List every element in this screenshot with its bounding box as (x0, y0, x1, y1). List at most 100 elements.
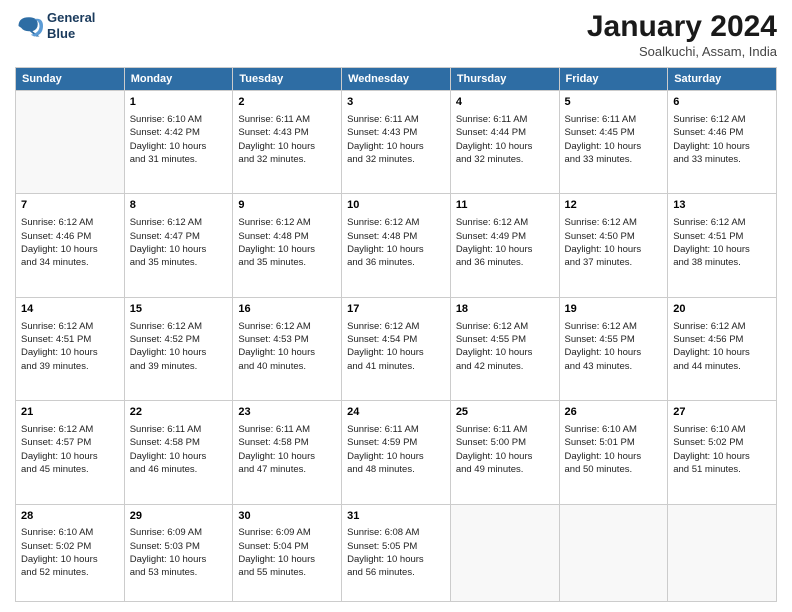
day-info: Sunrise: 6:10 AMSunset: 5:01 PMDaylight:… (565, 423, 663, 476)
day-number: 19 (565, 302, 663, 318)
col-tuesday: Tuesday (233, 68, 342, 91)
calendar-header-row: Sunday Monday Tuesday Wednesday Thursday… (16, 68, 777, 91)
day-info: Sunrise: 6:09 AMSunset: 5:04 PMDaylight:… (238, 526, 336, 579)
day-number: 5 (565, 95, 663, 111)
calendar-cell: 17 Sunrise: 6:12 AMSunset: 4:54 PMDayligh… (342, 297, 451, 400)
day-info: Sunrise: 6:10 AMSunset: 4:42 PMDaylight:… (130, 113, 228, 166)
calendar-cell: 7 Sunrise: 6:12 AMSunset: 4:46 PMDaylight… (16, 194, 125, 297)
calendar-cell: 8 Sunrise: 6:12 AMSunset: 4:47 PMDaylight… (124, 194, 233, 297)
col-thursday: Thursday (450, 68, 559, 91)
calendar-cell (450, 504, 559, 602)
title-block: January 2024 Soalkuchi, Assam, India (587, 10, 777, 59)
calendar-cell: 28Sunrise: 6:10 AMSunset: 5:02 PMDayligh… (16, 504, 125, 602)
day-info: Sunrise: 6:10 AMSunset: 5:02 PMDaylight:… (21, 526, 119, 579)
calendar-cell: 9Sunrise: 6:12 AMSunset: 4:48 PMDaylight… (233, 194, 342, 297)
day-info: Sunrise: 6:11 AMSunset: 4:43 PMDaylight:… (238, 113, 336, 166)
day-info: Sunrise: 6:11 AMSunset: 4:43 PMDaylight:… (347, 113, 445, 166)
week-row-4: 21 Sunrise: 6:12 AMSunset: 4:57 PMDayligh… (16, 401, 777, 504)
calendar-cell: 13Sunrise: 6:12 AMSunset: 4:51 PMDayligh… (668, 194, 777, 297)
logo-text: General Blue (47, 10, 95, 41)
day-number: 9 (238, 198, 336, 214)
calendar-cell: 12 Sunrise: 6:12 AMSunset: 4:50 PMDayligh… (559, 194, 668, 297)
day-info: Sunrise: 6:11 AMSunset: 4:45 PMDaylight:… (565, 113, 663, 166)
calendar-cell (16, 91, 125, 194)
day-number: 7 (21, 198, 119, 214)
week-row-2: 7 Sunrise: 6:12 AMSunset: 4:46 PMDaylight… (16, 194, 777, 297)
calendar-cell: 10 Sunrise: 6:12 AMSunset: 4:48 PMDayligh… (342, 194, 451, 297)
day-number: 31 (347, 509, 445, 525)
day-info: Sunrise: 6:12 AMSunset: 4:57 PMDaylight:… (21, 423, 119, 476)
day-info: Sunrise: 6:12 AMSunset: 4:54 PMDaylight:… (347, 320, 445, 373)
calendar-cell: 29Sunrise: 6:09 AMSunset: 5:03 PMDayligh… (124, 504, 233, 602)
day-info: Sunrise: 6:11 AMSunset: 5:00 PMDaylight:… (456, 423, 554, 476)
col-friday: Friday (559, 68, 668, 91)
day-info: Sunrise: 6:12 AMSunset: 4:56 PMDaylight:… (673, 320, 771, 373)
week-row-1: 1Sunrise: 6:10 AMSunset: 4:42 PMDaylight… (16, 91, 777, 194)
day-info: Sunrise: 6:09 AMSunset: 5:03 PMDaylight:… (130, 526, 228, 579)
logo-line2: Blue (47, 26, 95, 42)
day-number: 12 (565, 198, 663, 214)
calendar-cell: 31Sunrise: 6:08 AMSunset: 5:05 PMDayligh… (342, 504, 451, 602)
week-row-3: 14Sunrise: 6:12 AMSunset: 4:51 PMDayligh… (16, 297, 777, 400)
col-saturday: Saturday (668, 68, 777, 91)
day-info: Sunrise: 6:11 AMSunset: 4:58 PMDaylight:… (238, 423, 336, 476)
day-number: 10 (347, 198, 445, 214)
day-info: Sunrise: 6:11 AMSunset: 4:59 PMDaylight:… (347, 423, 445, 476)
calendar-cell: 21 Sunrise: 6:12 AMSunset: 4:57 PMDayligh… (16, 401, 125, 504)
week-row-5: 28Sunrise: 6:10 AMSunset: 5:02 PMDayligh… (16, 504, 777, 602)
day-number: 21 (21, 405, 119, 421)
logo-line1: General (47, 10, 95, 26)
day-info: Sunrise: 6:12 AMSunset: 4:50 PMDaylight:… (565, 216, 663, 269)
day-number: 25 (456, 405, 554, 421)
day-info: Sunrise: 6:12 AMSunset: 4:52 PMDaylight:… (130, 320, 228, 373)
calendar-cell: 30Sunrise: 6:09 AMSunset: 5:04 PMDayligh… (233, 504, 342, 602)
calendar-cell: 5 Sunrise: 6:11 AMSunset: 4:45 PMDaylight… (559, 91, 668, 194)
day-number: 22 (130, 405, 228, 421)
header: General Blue January 2024 Soalkuchi, Ass… (15, 10, 777, 59)
col-monday: Monday (124, 68, 233, 91)
day-number: 2 (238, 95, 336, 111)
day-info: Sunrise: 6:10 AMSunset: 5:02 PMDaylight:… (673, 423, 771, 476)
day-number: 17 (347, 302, 445, 318)
calendar-table: Sunday Monday Tuesday Wednesday Thursday… (15, 67, 777, 602)
calendar-cell: 15Sunrise: 6:12 AMSunset: 4:52 PMDayligh… (124, 297, 233, 400)
col-sunday: Sunday (16, 68, 125, 91)
day-info: Sunrise: 6:12 AMSunset: 4:46 PMDaylight:… (21, 216, 119, 269)
day-number: 14 (21, 302, 119, 318)
day-number: 20 (673, 302, 771, 318)
calendar-cell: 27 Sunrise: 6:10 AMSunset: 5:02 PMDayligh… (668, 401, 777, 504)
calendar-cell (668, 504, 777, 602)
day-number: 30 (238, 509, 336, 525)
day-info: Sunrise: 6:12 AMSunset: 4:55 PMDaylight:… (565, 320, 663, 373)
calendar-cell (559, 504, 668, 602)
day-info: Sunrise: 6:12 AMSunset: 4:49 PMDaylight:… (456, 216, 554, 269)
calendar-cell: 25 Sunrise: 6:11 AMSunset: 5:00 PMDayligh… (450, 401, 559, 504)
day-info: Sunrise: 6:08 AMSunset: 5:05 PMDaylight:… (347, 526, 445, 579)
day-info: Sunrise: 6:12 AMSunset: 4:48 PMDaylight:… (347, 216, 445, 269)
calendar-cell: 3Sunrise: 6:11 AMSunset: 4:43 PMDaylight… (342, 91, 451, 194)
day-info: Sunrise: 6:11 AMSunset: 4:58 PMDaylight:… (130, 423, 228, 476)
page: General Blue January 2024 Soalkuchi, Ass… (0, 0, 792, 612)
day-info: Sunrise: 6:12 AMSunset: 4:55 PMDaylight:… (456, 320, 554, 373)
day-number: 24 (347, 405, 445, 421)
day-info: Sunrise: 6:11 AMSunset: 4:44 PMDaylight:… (456, 113, 554, 166)
location-subtitle: Soalkuchi, Assam, India (587, 44, 777, 59)
day-number: 13 (673, 198, 771, 214)
calendar-cell: 4Sunrise: 6:11 AMSunset: 4:44 PMDaylight… (450, 91, 559, 194)
calendar-cell: 24 Sunrise: 6:11 AMSunset: 4:59 PMDayligh… (342, 401, 451, 504)
day-number: 16 (238, 302, 336, 318)
calendar-cell: 22 Sunrise: 6:11 AMSunset: 4:58 PMDayligh… (124, 401, 233, 504)
day-number: 18 (456, 302, 554, 318)
calendar-cell: 20 Sunrise: 6:12 AMSunset: 4:56 PMDayligh… (668, 297, 777, 400)
day-info: Sunrise: 6:12 AMSunset: 4:53 PMDaylight:… (238, 320, 336, 373)
day-number: 27 (673, 405, 771, 421)
day-number: 28 (21, 509, 119, 525)
day-number: 6 (673, 95, 771, 111)
calendar-cell: 23 Sunrise: 6:11 AMSunset: 4:58 PMDayligh… (233, 401, 342, 504)
logo-icon (15, 12, 43, 40)
day-number: 11 (456, 198, 554, 214)
day-number: 29 (130, 509, 228, 525)
day-info: Sunrise: 6:12 AMSunset: 4:47 PMDaylight:… (130, 216, 228, 269)
day-number: 8 (130, 198, 228, 214)
day-number: 23 (238, 405, 336, 421)
